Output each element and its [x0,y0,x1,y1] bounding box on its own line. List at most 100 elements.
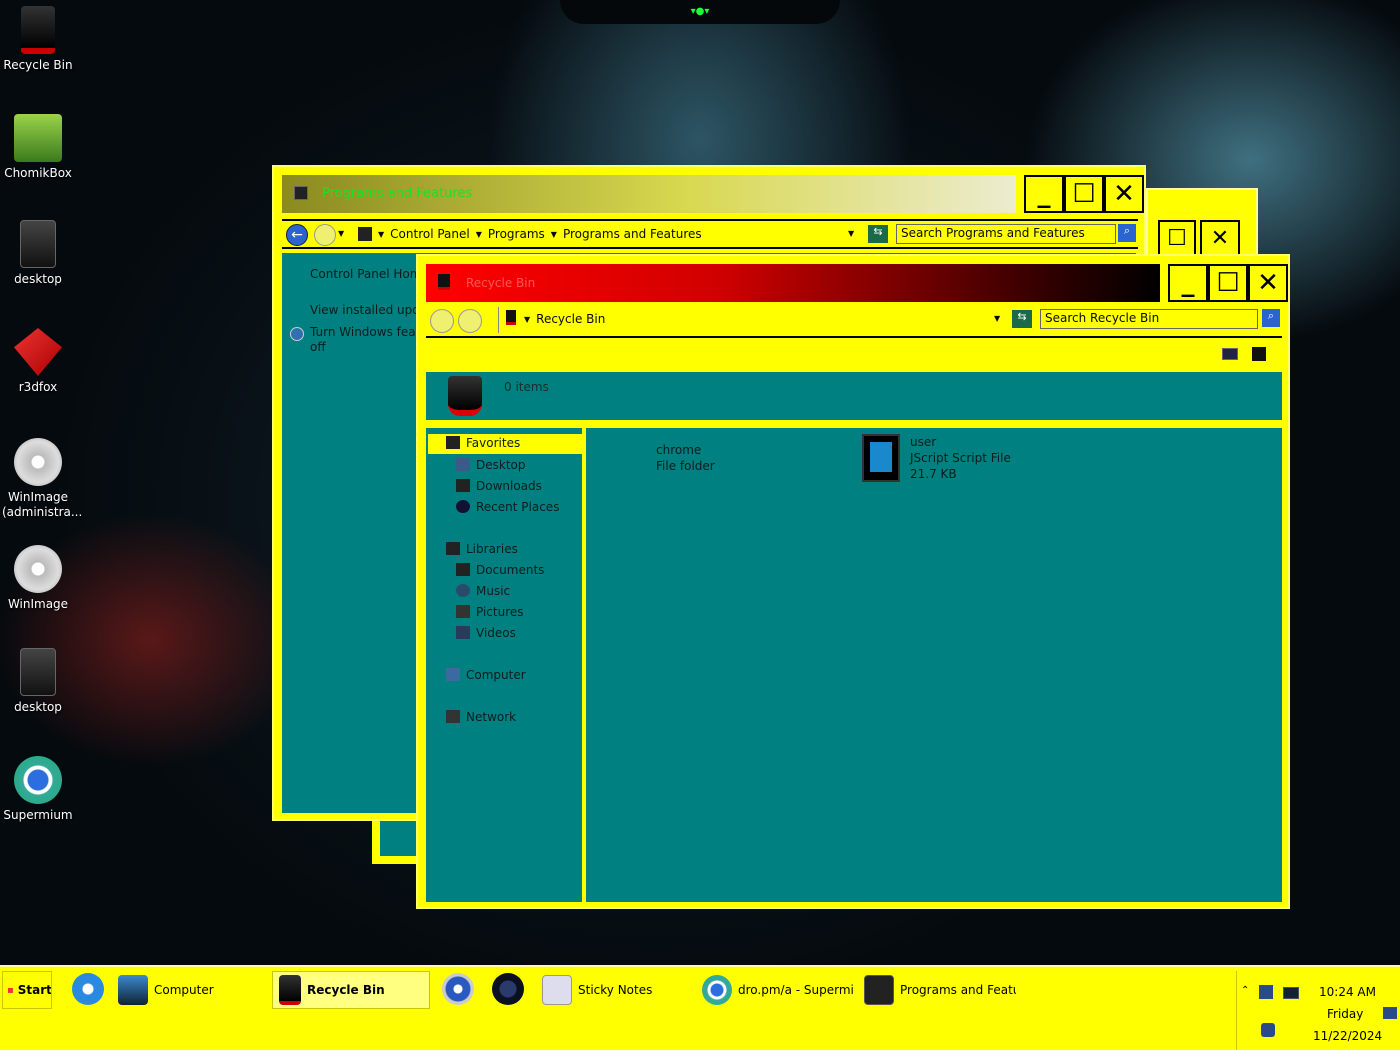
nav-network[interactable]: Network [446,710,516,730]
search-input[interactable]: Search Recycle Bin [1040,309,1258,329]
taskbar-item-programs-features[interactable]: Programs and Featu... [858,971,1016,1009]
control-panel-home-link[interactable]: Control Panel Home [310,267,429,281]
refresh-icon[interactable]: ⇆ [1012,310,1032,328]
window-title-bar[interactable]: Recycle Bin [426,264,1160,302]
volume-icon[interactable] [1261,1023,1275,1037]
close-button[interactable]: ✕ [1104,175,1144,213]
background-window-fragment[interactable]: ☐ ✕ [1146,188,1258,258]
taskbar-item-sticky-notes[interactable]: Sticky Notes [536,971,692,1009]
media-player-icon[interactable] [442,973,474,1005]
network-tray-icon[interactable] [1259,985,1273,999]
breadcrumb: ▼ Recycle Bin [524,312,606,328]
documents-icon [456,563,470,576]
shield-icon [290,327,304,341]
window-title-bar[interactable]: Programs and Features [282,175,1016,213]
back-button[interactable]: ← [286,224,308,246]
globe-icon[interactable] [492,973,524,1005]
windows-features-link[interactable]: Turn Windows featu [310,325,428,339]
show-desktop-icon[interactable] [1383,1007,1397,1019]
forward-button[interactable] [458,309,482,333]
file-size: 21.7 KB [910,467,957,481]
recent-places-icon [456,500,470,513]
library-icon [446,542,460,555]
taskbar-item-recycle-bin[interactable]: Recycle Bin [272,971,430,1009]
close-button[interactable]: ✕ [1200,220,1240,256]
internet-explorer-icon[interactable] [72,973,104,1005]
disc-icon [14,438,62,486]
search-icon[interactable]: ⌕ [1118,224,1136,242]
recent-pages-dropdown[interactable]: ▼ [338,229,344,238]
command-bar [426,340,1282,370]
search-input[interactable]: Search Programs and Features [896,224,1116,244]
nav-documents[interactable]: Documents [456,563,544,583]
breadcrumb-item[interactable]: Control Panel [390,227,470,243]
clock-day: Friday [1327,1007,1364,1021]
help-icon[interactable] [1252,347,1266,361]
breadcrumb-item[interactable]: Programs and Features [563,227,702,243]
show-hidden-icons-button[interactable]: ⌃ [1241,985,1249,996]
forward-button[interactable] [314,224,336,246]
file-type: File folder [656,459,715,473]
file-type: JScript Script File [910,451,1011,465]
maximize-button[interactable]: ☐ [1208,264,1248,302]
breadcrumb-item[interactable]: Programs [488,227,545,243]
clock-time[interactable]: 10:24 AM [1319,985,1376,999]
computer-icon [446,668,460,681]
control-panel-icon [864,975,894,1005]
taskbar-item-supermium[interactable]: dro.pm/a - Supermi... [696,971,854,1009]
document-icon [20,648,56,696]
control-panel-icon [358,227,372,241]
display-tray-icon[interactable] [1283,987,1299,999]
computer-icon [118,975,148,1005]
desktop-icon-recycle-bin[interactable]: Recycle Bin [0,6,76,72]
address-dropdown[interactable]: ▼ [848,229,854,238]
desktop-icon [456,458,470,471]
start-button[interactable]: ▪ Start [2,971,52,1009]
recycle-bin-window[interactable]: Recycle Bin _ ☐ ✕ ▼ Recycle Bin ▼ ⇆ Sear… [416,254,1290,909]
nav-music[interactable]: Music [456,584,510,604]
back-button[interactable] [430,309,454,333]
file-item[interactable]: user JScript Script File 21.7 KB [910,434,1011,482]
view-installed-updates-link[interactable]: View installed updat [310,303,432,317]
desktop-icon-label: Supermium [3,808,73,822]
taskbar: ▪ Start Computer Recycle Bin Sticky Notes… [0,965,1400,1050]
maximize-button[interactable]: ☐ [1064,175,1104,213]
address-dropdown[interactable]: ▼ [994,314,1000,323]
file-list: chrome File folder user JScript Script F… [586,428,1282,902]
breadcrumb: ▼ Control Panel ▼ Programs ▼ Programs an… [378,227,702,243]
view-options-icon[interactable] [1222,348,1238,360]
minimize-button[interactable]: _ [1168,264,1208,302]
address-toolbar: ▼ Recycle Bin ▼ ⇆ Search Recycle Bin ⌕ [426,306,1282,338]
minimize-button[interactable]: _ [1024,175,1064,213]
taskbar-item-computer[interactable]: Computer [112,971,270,1009]
nav-recent-places[interactable]: Recent Places [456,500,559,520]
desktop-icon-winimage-admin[interactable]: WinImage (administra... [0,438,83,520]
windows-features-link-cont[interactable]: off [310,340,326,354]
window-title: Programs and Features [322,186,473,201]
script-file-icon[interactable] [862,434,900,482]
refresh-icon[interactable]: ⇆ [868,225,888,243]
nav-videos[interactable]: Videos [456,626,516,646]
desktop-icon-desktop[interactable]: desktop [0,220,76,286]
desktop-icon-desktop-2[interactable]: desktop [0,648,76,714]
breadcrumb-item[interactable]: Recycle Bin [536,312,605,328]
star-icon [446,436,460,449]
desktop-icon-chomikbox[interactable]: ChomikBox [0,114,76,180]
nav-libraries[interactable]: Libraries [446,542,518,562]
nav-downloads[interactable]: Downloads [456,479,542,499]
maximize-button[interactable]: ☐ [1158,220,1196,256]
file-name: chrome [656,443,702,457]
desktop-icon-r3dfox[interactable]: r3dfox [0,328,76,394]
recycle-bin-icon [506,310,516,325]
nav-desktop[interactable]: Desktop [456,458,526,478]
search-icon[interactable]: ⌕ [1262,309,1280,327]
item-count: 0 items [504,380,549,394]
nav-pictures[interactable]: Pictures [456,605,524,625]
nav-favorites[interactable]: Favorites [428,434,582,454]
desktop-icon-label: WinImage (administra... [2,490,83,519]
close-button[interactable]: ✕ [1248,264,1288,302]
file-item[interactable]: chrome File folder [656,442,715,474]
nav-computer[interactable]: Computer [446,668,526,688]
desktop-icon-winimage[interactable]: WinImage [0,545,76,611]
desktop-icon-supermium[interactable]: Supermium [0,756,76,822]
